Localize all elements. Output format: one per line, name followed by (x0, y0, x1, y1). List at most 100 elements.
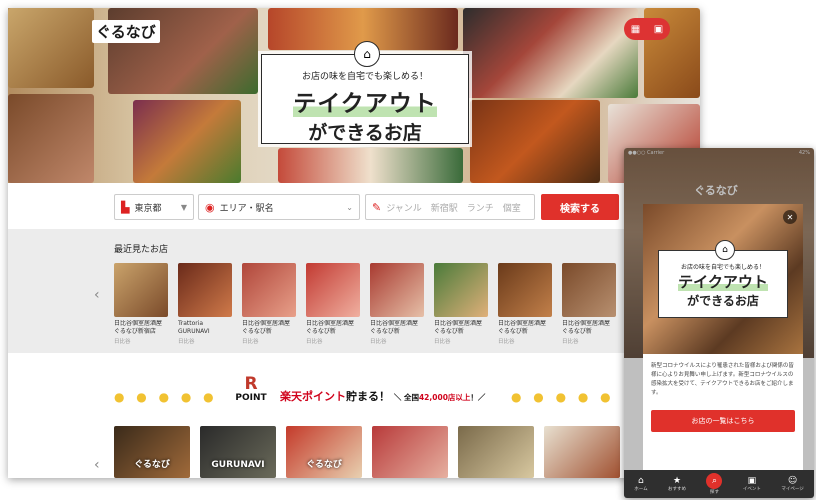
food-tile (8, 8, 94, 88)
tab-recommend[interactable]: ★ おすすめ (668, 476, 686, 492)
food-tile (8, 94, 94, 183)
close-icon[interactable]: ✕ (783, 210, 797, 224)
rakuten-point-logo: R POINT (235, 374, 267, 404)
shop-thumbnail (562, 263, 616, 317)
shop-area: 日比谷 (306, 339, 323, 345)
house-icon: ⌂ (354, 41, 380, 67)
lock-icon[interactable]: ▣ (654, 24, 663, 35)
modal-title-line2: ができるお店 (687, 294, 759, 308)
shop-area: 日比谷 (562, 339, 579, 345)
shop-area: 日比谷 (114, 339, 131, 345)
recent-shop-card[interactable]: 日比谷個室居酒屋ぐるなび新宿店 日比谷 (114, 263, 168, 345)
modal-title-line1: テイクアウト (678, 273, 768, 291)
tab-home[interactable]: ⌂ ホーム (634, 476, 647, 492)
location-pin-icon: ◉ (205, 200, 215, 214)
shop-name: 日比谷個室居酒屋ぐるなび新 (498, 320, 547, 335)
desktop-page: ぐるなび ⌂ お店の味を自宅でも楽しめる！ テイクアウト ができるお店 ▦ ▣ … (8, 8, 700, 478)
house-icon: ⌂ (715, 240, 735, 260)
recently-viewed-title: 最近見たお店 (114, 245, 169, 255)
brand-banner[interactable]: ぐるなび (114, 426, 190, 478)
prefecture-value: 東京都 (134, 203, 162, 214)
recent-shop-card[interactable]: 日比谷個室居酒屋ぐるなび新 日比谷 (370, 263, 424, 345)
rakuten-r-mark: R (244, 374, 258, 394)
tab-label: 探す (709, 490, 719, 495)
banner-label: GURUNAVI (211, 460, 265, 470)
shop-name: Trattoria GURUNAVI (178, 320, 210, 335)
brand-banner[interactable] (458, 426, 534, 478)
prefecture-select[interactable]: ▙ 東京都 ▼ (114, 194, 194, 220)
shop-thumbnail (114, 263, 168, 317)
food-tile (133, 100, 241, 183)
rakuten-point-text: POINT (235, 393, 267, 403)
hero-subtitle: お店の味を自宅でも楽しめる！ (301, 72, 428, 82)
coin-icons-right: ● ● ● ● ● (511, 390, 615, 404)
star-icon: ★ (672, 476, 682, 486)
mobile-phone-view: ●●○○ Carrier 42% ぐるなび ✕ ⌂ お店の味を自宅でも楽しめる！… (624, 148, 814, 498)
tab-search[interactable]: ⌕ 探す (706, 473, 723, 495)
shop-area: 日比谷 (178, 339, 195, 345)
shop-name: 日比谷個室居酒屋ぐるなび新 (562, 320, 611, 335)
takeout-modal: ✕ ⌂ お店の味を自宅でも楽しめる！ テイクアウト ができるお店 新型コロナウイ… (643, 204, 803, 494)
keyword-placeholder: ジャンル 新宿駅 ランチ 個室 (386, 203, 521, 214)
shop-name: 日比谷個室居酒屋ぐるなび新 (370, 320, 419, 335)
brand-banner[interactable] (544, 426, 620, 478)
shop-area: 日比谷 (498, 339, 515, 345)
hero-action-icons[interactable]: ▦ ▣ (624, 18, 670, 40)
points-headline: 楽天ポイント貯まる！ ＼ 全国42,000店以上！／ (280, 388, 485, 404)
keyword-input[interactable]: ✎ ジャンル 新宿駅 ランチ 個室 (365, 194, 535, 220)
coin-icons-left: ● ● ● ● ● (114, 390, 218, 404)
chevron-down-icon: ⌄ (346, 202, 353, 212)
brand-banner[interactable]: ぐるなび (286, 426, 362, 478)
recent-shop-card[interactable]: 日比谷個室居酒屋ぐるなび新 日比谷 (434, 263, 488, 345)
recent-shop-card[interactable]: 日比谷個室居酒屋ぐるなび新 日比谷 (242, 263, 296, 345)
points-headline-red: 楽天ポイント (280, 390, 346, 403)
points-headline-black: 貯まる！ (346, 390, 390, 403)
modal-title-card: ⌂ お店の味を自宅でも楽しめる！ テイクアウト ができるお店 (658, 240, 788, 318)
shop-name: 日比谷個室居酒屋ぐるなび新 (242, 320, 291, 335)
shop-name: 日比谷個室居酒屋ぐるなび新宿店 (114, 320, 163, 335)
brand-banner[interactable]: GURUNAVI (200, 426, 276, 478)
tab-event[interactable]: ▣ イベント (743, 476, 761, 492)
shop-thumbnail (178, 263, 232, 317)
search-icon: ⌕ (706, 473, 723, 489)
recent-shop-card[interactable]: 日比谷個室居酒屋ぐるなび新 日比谷 (498, 263, 552, 345)
shop-thumbnail (434, 263, 488, 317)
shop-list-button[interactable]: お店の一覧はこちら (651, 410, 795, 432)
hero-banner[interactable]: ぐるなび ⌂ お店の味を自宅でも楽しめる！ テイクアウト ができるお店 ▦ ▣ (8, 8, 700, 183)
calendar-icon[interactable]: ▦ (631, 24, 640, 35)
banner-label: ぐるなび (306, 460, 342, 470)
recent-shop-card[interactable]: 日比谷個室居酒屋ぐるなび新 日比谷 (562, 263, 616, 345)
shop-area: 日比谷 (370, 339, 387, 345)
area-station-select[interactable]: ◉ エリア・駅名 ⌄ (198, 194, 360, 220)
recent-shop-card[interactable]: 日比谷個室居酒屋ぐるなび新 日比谷 (306, 263, 360, 345)
modal-body-text: 新型コロナウイルスにより罹患された皆様および関係の皆様に心よりお見舞い申し上げま… (651, 363, 794, 396)
search-button[interactable]: 検索する (541, 194, 619, 220)
shop-area: 日比谷 (434, 339, 451, 345)
points-note-pre: ＼ 全国 (393, 393, 419, 402)
carousel-prev-icon[interactable]: ‹ (94, 287, 100, 303)
tab-mypage[interactable]: ☺ マイページ (781, 476, 803, 492)
banner-label: ぐるなび (134, 460, 170, 470)
area-station-value: エリア・駅名 (219, 203, 274, 214)
shop-name: 日比谷個室居酒屋ぐるなび新 (306, 320, 355, 335)
shop-thumbnail (370, 263, 424, 317)
lock-icon: ▣ (747, 476, 757, 486)
points-note-post: ！／ (470, 393, 486, 402)
screenshot-stage: ぐるなび ⌂ お店の味を自宅でも楽しめる！ テイクアウト ができるお店 ▦ ▣ … (0, 0, 816, 500)
food-tile (278, 148, 463, 183)
recent-shop-card[interactable]: Trattoria GURUNAVI 日比谷 (178, 263, 232, 345)
shop-thumbnail (306, 263, 360, 317)
tab-label: イベント (742, 487, 761, 492)
carousel-prev-icon[interactable]: ‹ (94, 457, 100, 473)
tab-label: おすすめ (668, 487, 687, 492)
hero-title-line2: ができるお店 (308, 122, 422, 144)
shop-thumbnail (498, 263, 552, 317)
tab-label: マイページ (781, 487, 804, 492)
home-icon: ⌂ (638, 476, 644, 486)
gurunavi-logo[interactable]: ぐるなび (92, 20, 160, 43)
hero-title-line1: テイクアウト (293, 91, 437, 117)
brand-banner[interactable] (372, 426, 448, 478)
takeout-title-card: ⌂ お店の味を自宅でも楽しめる！ テイクアウト ができるお店 (261, 41, 469, 144)
pencil-icon: ✎ (372, 200, 382, 214)
food-tile (463, 8, 638, 98)
